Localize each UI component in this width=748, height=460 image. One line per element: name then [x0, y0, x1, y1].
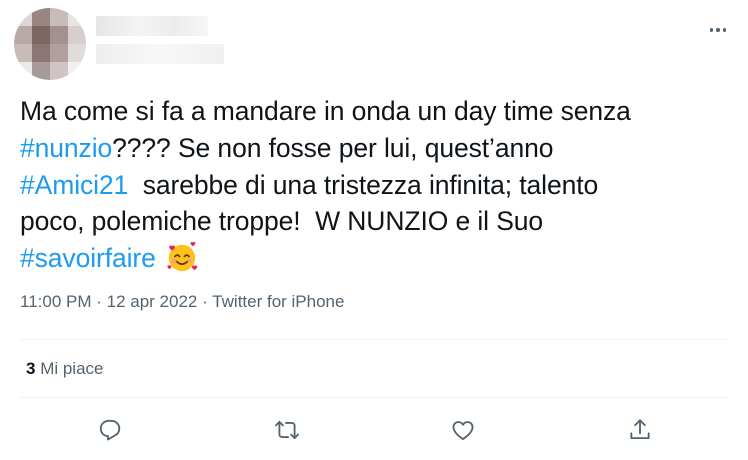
author-handle-redacted — [96, 44, 224, 64]
tweet-time[interactable]: 11:00 PM — [20, 292, 92, 311]
tweet-text-line: #Amici21 sarebbe di una tristezza infini… — [20, 167, 730, 204]
tweet-text-segment: sarebbe di una tristezza infinita; talen… — [128, 169, 599, 200]
tweet-date[interactable]: 12 apr 2022 — [107, 292, 198, 311]
divider — [20, 397, 728, 398]
smiling-face-with-hearts-icon — [165, 240, 199, 274]
divider — [20, 339, 728, 340]
share-icon[interactable] — [620, 410, 660, 450]
avatar[interactable] — [14, 8, 86, 80]
more-icon[interactable] — [706, 20, 730, 40]
likes-label: Mi piace — [35, 359, 104, 378]
meta-separator: · — [197, 292, 213, 311]
tweet-text: Ma come si fa a mandare in onda un day t… — [20, 93, 730, 277]
likes-count-link[interactable]: 3 Mi piace — [26, 359, 104, 379]
tweet-meta: 11:00 PM · 12 apr 2022 · Twitter for iPh… — [20, 292, 344, 312]
reply-icon[interactable] — [90, 410, 130, 450]
tweet-text-segment — [156, 243, 163, 273]
tweet-text-segment: poco, polemiche troppe! W NUNZIO e il Su… — [20, 206, 544, 237]
tweet-text-line: Ma come si fa a mandare in onda un day t… — [20, 93, 730, 130]
tweet-text-line: #savoirfaire — [20, 240, 730, 277]
tweet-text-segment: Ma come si fa a mandare in onda un day t… — [20, 96, 631, 126]
hashtag-link[interactable]: #Amici21 — [20, 170, 128, 200]
hashtag-link[interactable]: #nunzio — [20, 133, 112, 163]
tweet-text-line: poco, polemiche troppe! W NUNZIO e il Su… — [20, 203, 730, 240]
retweet-icon[interactable] — [267, 410, 307, 450]
meta-separator: · — [91, 292, 107, 311]
heart-icon[interactable] — [443, 410, 483, 450]
author-name-redacted[interactable] — [96, 16, 208, 36]
tweet-text-segment: ???? Se non fosse per lui, quest’anno — [112, 132, 554, 163]
tweet: Ma come si fa a mandare in onda un day t… — [0, 0, 748, 460]
hashtag-link[interactable]: #savoirfaire — [20, 243, 156, 273]
tweet-actions — [0, 410, 748, 454]
tweet-source[interactable]: Twitter for iPhone — [212, 292, 344, 311]
tweet-text-line: #nunzio???? Se non fosse per lui, quest’… — [20, 130, 730, 167]
